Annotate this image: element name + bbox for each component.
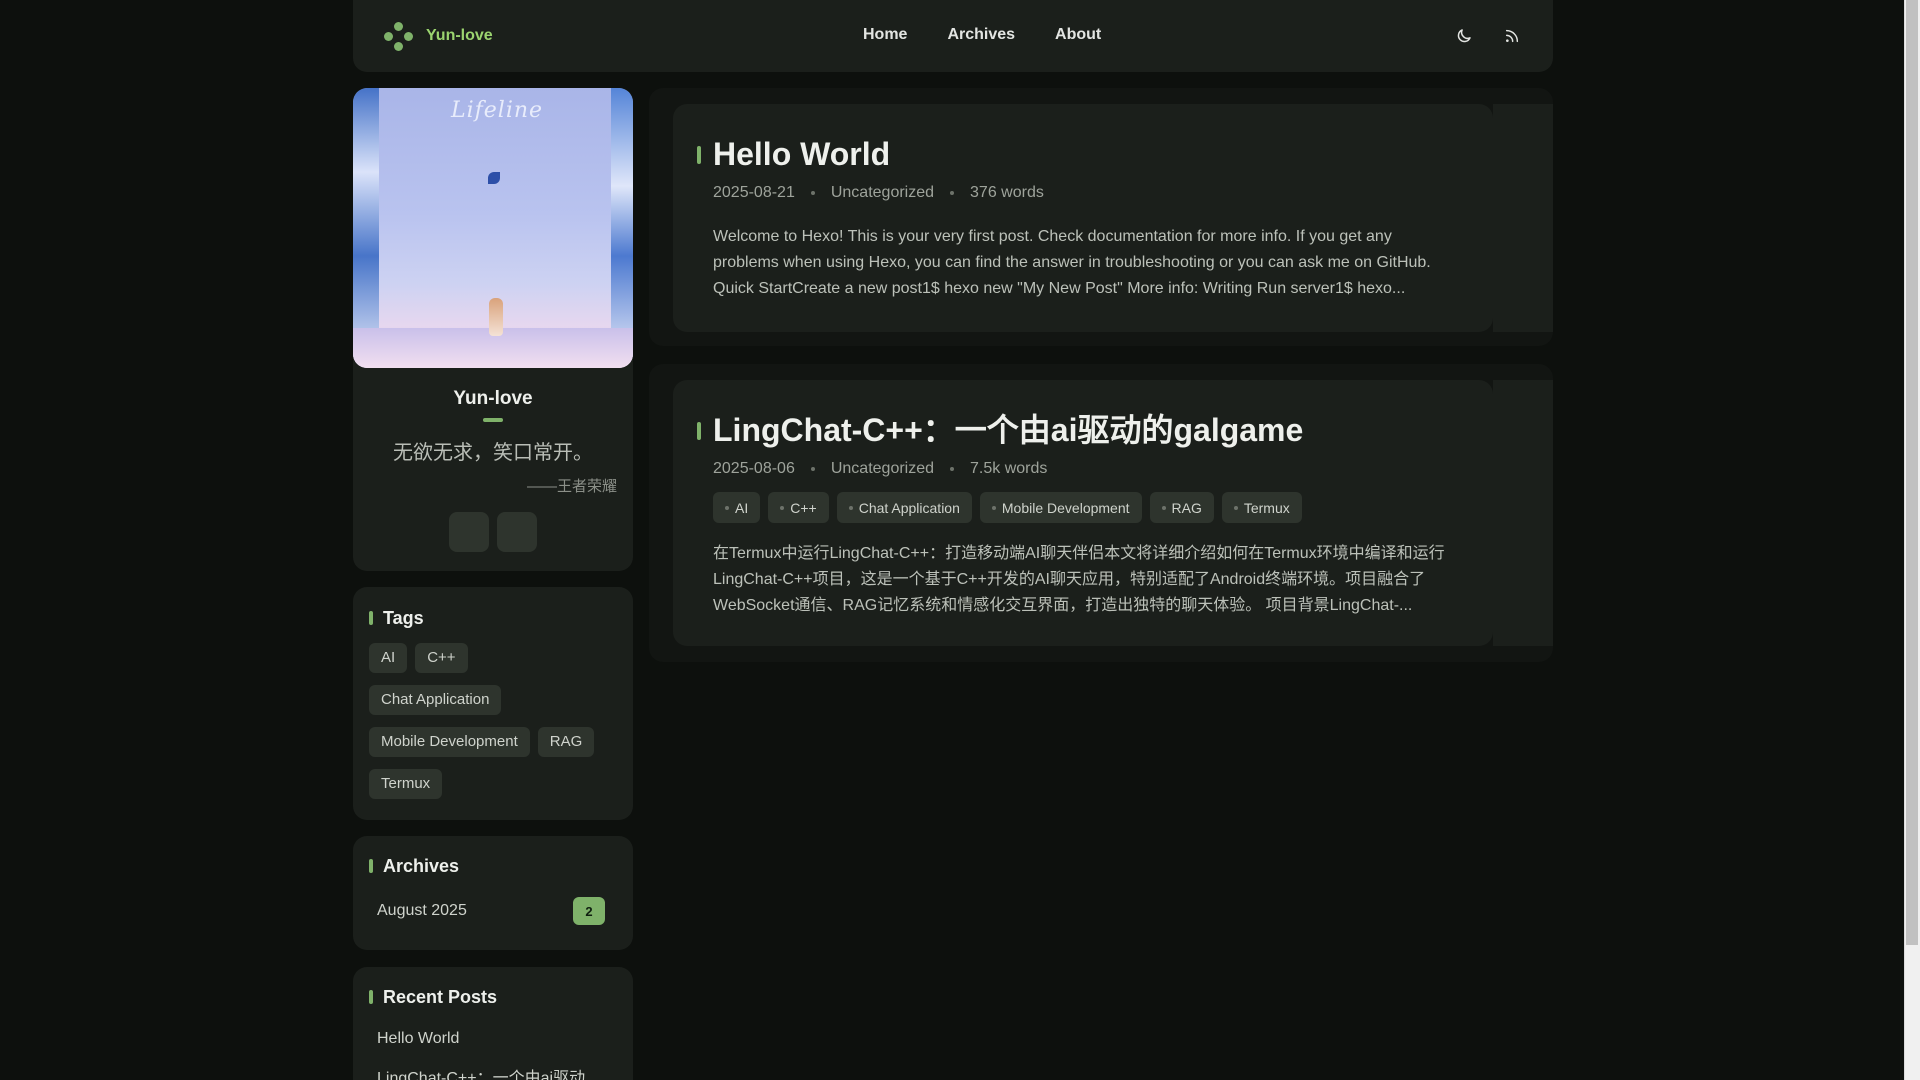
post-word-count: 7.5k words: [970, 460, 1048, 477]
profile-motto: 无欲无求，笑口常开。: [393, 442, 593, 464]
recent-post-link[interactable]: LingChat-C++：一个由ai驱动: [369, 1064, 617, 1080]
post-card: LingChat-C++：一个由ai驱动的galgame 2025-08-06 …: [649, 364, 1553, 662]
meta-separator: [810, 467, 815, 471]
nav-home[interactable]: Home: [863, 26, 907, 44]
post-tag[interactable]: Chat Application: [836, 492, 972, 523]
butterfly-icon: [488, 172, 500, 184]
nav-archives[interactable]: Archives: [947, 26, 1015, 44]
motto-source: ——王者荣耀: [526, 478, 617, 495]
post-body: Hello World 2025-08-21 Uncategorized 376…: [673, 104, 1493, 332]
post-tag[interactable]: AI: [713, 492, 761, 523]
meta-separator: [810, 191, 815, 195]
tag-bullet: [991, 505, 996, 510]
tag-bullet: [848, 505, 853, 510]
post-tag-label: RAG: [1171, 499, 1202, 516]
post-title[interactable]: LingChat-C++：一个由ai驱动的galgame: [697, 410, 1453, 450]
post-tag-label: AI: [735, 499, 749, 516]
tag-ai[interactable]: AI: [369, 643, 408, 673]
archive-item[interactable]: August 2025 2: [369, 897, 617, 925]
post-tag[interactable]: C++: [768, 492, 829, 523]
post-meta: 2025-08-21 Uncategorized 376 words: [713, 184, 1453, 202]
archives-title: Archives: [369, 856, 617, 877]
profile-name: Yun-love: [453, 388, 533, 409]
post-category[interactable]: Uncategorized: [831, 460, 934, 478]
tags-title: Tags: [369, 608, 617, 629]
nav-about[interactable]: About: [1055, 26, 1101, 44]
post-tag-label: C++: [790, 499, 817, 516]
post-tag-list: AI C++ Chat Application Mobile Developme…: [713, 492, 1453, 523]
archive-month: August 2025: [377, 902, 467, 919]
post-tag[interactable]: RAG: [1149, 492, 1214, 523]
scrollbar-thumb[interactable]: [1906, 0, 1918, 945]
post-meta: 2025-08-06 Uncategorized 7.5k words: [713, 460, 1453, 478]
archive-count-badge: 2: [573, 897, 605, 925]
tags-card: Tags AI C++ Chat Application Mobile Deve…: [353, 587, 633, 820]
post-excerpt: Welcome to Hexo! This is your very first…: [713, 228, 1431, 297]
tag-chat-application[interactable]: Chat Application: [369, 685, 502, 715]
post-date: 2025-08-06: [713, 460, 795, 477]
post-tag-label: Termux: [1243, 499, 1290, 516]
post-tag[interactable]: Termux: [1221, 492, 1302, 523]
main-nav: Home Archives About: [863, 26, 1101, 44]
tag-bullet: [1161, 505, 1166, 510]
cat-figure: [489, 298, 503, 336]
social-link-button[interactable]: [497, 512, 537, 552]
moon-icon[interactable]: [1452, 24, 1476, 48]
image-caption: Lifeline: [451, 98, 544, 123]
post-tag[interactable]: Mobile Development: [979, 492, 1142, 523]
brand-name: Yun-love: [426, 27, 493, 44]
post-body: LingChat-C++：一个由ai驱动的galgame 2025-08-06 …: [673, 380, 1493, 646]
social-link-button[interactable]: [449, 512, 489, 552]
rss-icon[interactable]: [1500, 24, 1524, 48]
meta-separator: [950, 191, 955, 195]
tag-bullet: [725, 505, 729, 510]
tag-mobile-development[interactable]: Mobile Development: [369, 727, 530, 757]
profile-card: Lifeline Yun-love 无欲无求，笑口常开。 ——王者荣耀: [353, 88, 633, 571]
post-side-strip: [1493, 380, 1553, 646]
social-links: [353, 512, 633, 552]
post-card: Hello World 2025-08-21 Uncategorized 376…: [649, 88, 1553, 346]
name-underline: [483, 418, 503, 422]
post-category[interactable]: Uncategorized: [831, 184, 934, 202]
recent-post-link[interactable]: Hello World: [369, 1030, 617, 1048]
profile-image: Lifeline: [353, 88, 633, 368]
tag-cpp[interactable]: C++: [415, 643, 468, 673]
site-header: Yun-love Home Archives About: [353, 0, 1553, 72]
recent-posts-title: Recent Posts: [369, 987, 617, 1008]
post-title[interactable]: Hello World: [697, 134, 1453, 174]
tag-termux[interactable]: Termux: [369, 769, 443, 799]
tag-rag[interactable]: RAG: [537, 727, 595, 757]
tag-list: AI C++ Chat Application Mobile Developme…: [369, 643, 609, 799]
post-tag-label: Mobile Development: [1001, 499, 1130, 516]
tag-bullet: [780, 505, 785, 510]
archives-card: Archives August 2025 2: [353, 836, 633, 950]
brand-link[interactable]: Yun-love: [384, 22, 493, 51]
flower-logo-icon: [384, 22, 413, 51]
post-excerpt: 在Termux中运行LingChat-C++：打造移动端AI聊天伴侣本文将详细介…: [713, 545, 1445, 614]
post-side-strip: [1493, 104, 1553, 332]
post-date: 2025-08-21: [713, 184, 795, 201]
meta-separator: [950, 467, 955, 471]
recent-posts-card: Recent Posts Hello World LingChat-C++：一个…: [353, 967, 633, 1080]
post-word-count: 376 words: [970, 184, 1044, 201]
post-tag-label: Chat Application: [858, 499, 960, 516]
page-scrollbar[interactable]: [1904, 0, 1920, 1080]
tag-bullet: [1233, 505, 1238, 510]
